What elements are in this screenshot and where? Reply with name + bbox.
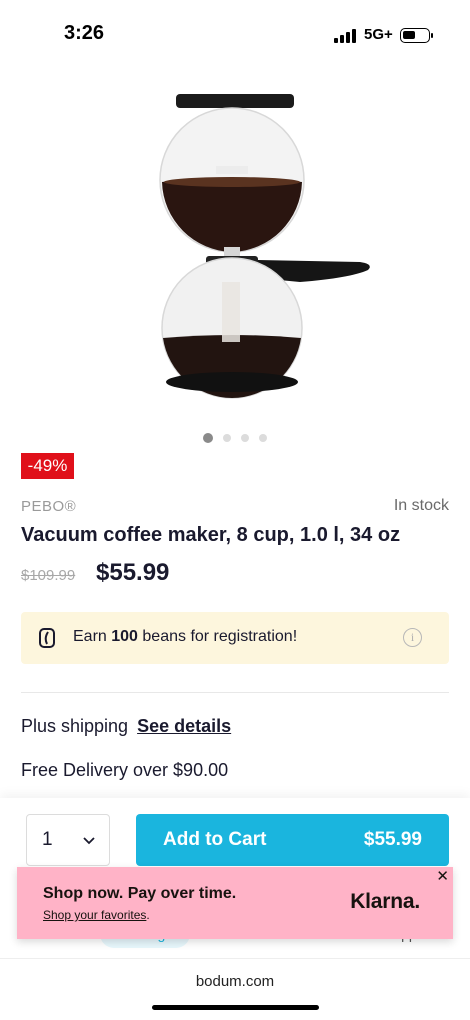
network-label: 5G+ (364, 26, 393, 43)
klarna-title: Shop now. Pay over time. (43, 885, 237, 902)
carousel-dot-3[interactable] (241, 434, 249, 442)
home-indicator[interactable] (152, 1005, 319, 1010)
info-icon[interactable]: i (403, 628, 422, 647)
carousel-dot-4[interactable] (259, 434, 267, 442)
klarna-logo: Klarna. (350, 890, 420, 913)
carousel-dot-1[interactable] (203, 433, 213, 443)
image-carousel-dots[interactable] (0, 433, 470, 443)
klarna-subtitle: Shop your favorites. (43, 908, 150, 922)
browser-url-bar: bodum.com (0, 958, 470, 1020)
rewards-amount: 100 (111, 628, 138, 645)
bean-icon (39, 628, 55, 648)
quantity-select[interactable]: 1 (26, 814, 110, 866)
free-delivery-note: Free Delivery over $90.00 (21, 760, 229, 780)
battery-icon (400, 28, 430, 43)
add-to-cart-button[interactable]: Add to Cart $55.99 (136, 814, 449, 866)
status-time: 3:26 (64, 22, 105, 44)
divider (21, 692, 449, 693)
original-price: $109.99 (21, 567, 76, 584)
discount-badge: -49% (21, 453, 74, 479)
rewards-text: Earn 100 beans for registration! (73, 628, 297, 646)
see-details-link[interactable]: See details (137, 716, 231, 736)
status-bar: 3:26 5G+ (0, 0, 470, 62)
shipping-info: Plus shipping See details (21, 716, 231, 737)
rewards-banner: Earn 100 beans for registration! i (21, 612, 449, 664)
close-icon[interactable]: ✕ (436, 867, 449, 885)
rewards-text-prefix: Earn (73, 628, 112, 645)
product-title: Vacuum coffee maker, 8 cup, 1.0 l, 34 oz (21, 524, 401, 546)
url-text[interactable]: bodum.com (0, 973, 470, 990)
add-to-cart-label: Add to Cart (163, 829, 267, 850)
sale-price: $55.99 (96, 559, 170, 586)
carousel-dot-2[interactable] (223, 434, 231, 442)
stock-status: In stock (393, 497, 449, 514)
rewards-text-suffix: beans for registration! (137, 628, 298, 645)
product-image[interactable] (150, 82, 390, 412)
signal-icon (334, 29, 358, 43)
klarna-subtitle-link[interactable]: Shop your favorites (43, 908, 146, 922)
brand-label[interactable]: PEBO® (21, 498, 76, 515)
klarna-banner[interactable]: Shop now. Pay over time. Shop your favor… (17, 867, 453, 939)
shipping-label: Plus shipping (21, 716, 129, 736)
chevron-down-icon (83, 837, 95, 845)
quantity-value: 1 (42, 829, 53, 850)
add-to-cart-price: $55.99 (363, 829, 422, 850)
